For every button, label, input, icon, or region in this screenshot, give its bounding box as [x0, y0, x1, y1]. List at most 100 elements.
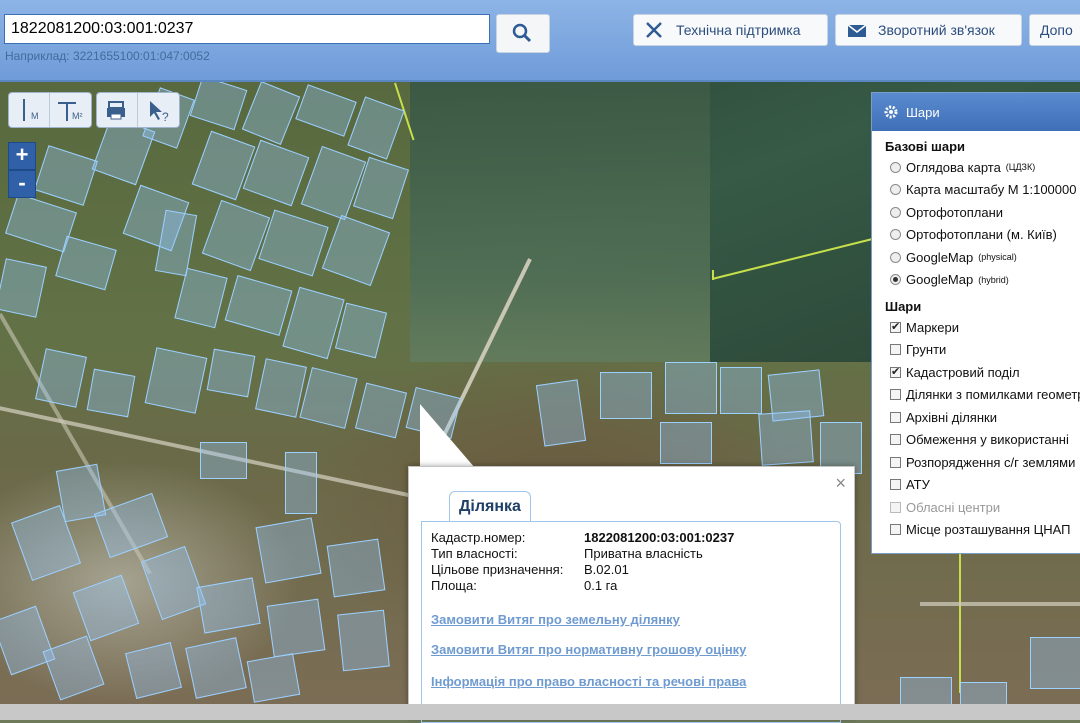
- layer-option[interactable]: Грунти: [872, 339, 1080, 362]
- layer-option[interactable]: ✔ Маркери: [872, 316, 1080, 339]
- feedback-label: Зворотний зв'язок: [878, 22, 995, 38]
- tech-support-label: Технічна підтримка: [676, 22, 801, 38]
- layers-panel: Шари Базові шари Оглядова карта (ЦДЗК) Кар…: [871, 92, 1080, 554]
- layer-label: Ділянки з помилками геометрії: [906, 387, 1080, 403]
- base-layer-source: (physical): [978, 252, 1017, 263]
- measure-distance-button[interactable]: М: [9, 93, 50, 127]
- radio-button[interactable]: [890, 206, 901, 218]
- layer-label: Обмеження у використанні: [906, 432, 1069, 448]
- tech-support-button[interactable]: Технічна підтримка: [633, 14, 828, 46]
- checkbox[interactable]: [890, 524, 901, 536]
- radio-button[interactable]: [890, 274, 901, 286]
- layers-panel-header[interactable]: Шари: [872, 93, 1080, 131]
- search-example-hint: Наприклад: 3221655100:01:047:0052: [5, 49, 210, 63]
- svg-text:?: ?: [162, 110, 169, 124]
- layer-option[interactable]: АТУ: [872, 474, 1080, 497]
- checkbox[interactable]: [890, 344, 901, 356]
- measure-tools: М М²: [8, 92, 92, 128]
- feedback-button[interactable]: Зворотний зв'язок: [835, 14, 1022, 46]
- layer-label: Місце розташування ЦНАП: [906, 522, 1071, 538]
- more-label: Допо: [1040, 22, 1073, 38]
- checkbox[interactable]: [890, 479, 901, 491]
- base-layer-option[interactable]: Оглядова карта (ЦДЗК): [872, 156, 1080, 179]
- order-valuation-extract-link[interactable]: Замовити Витяг про нормативну грошову оц…: [431, 642, 746, 657]
- identify-button[interactable]: ?: [138, 93, 178, 127]
- print-info-tools: ?: [96, 92, 180, 128]
- layer-option[interactable]: Розпорядження с/г землями: [872, 451, 1080, 474]
- field-label: Цільове призначення:: [431, 562, 564, 577]
- measure-area-label: М²: [72, 111, 83, 121]
- base-layer-label: GoogleMap: [906, 272, 974, 288]
- field-label: Кадастр.номер:: [431, 530, 526, 545]
- close-icon[interactable]: ×: [835, 473, 846, 494]
- checkbox[interactable]: ✔: [890, 321, 901, 333]
- field-value: 0.1 га: [584, 578, 618, 593]
- layer-option[interactable]: Обмеження у використанні: [872, 429, 1080, 452]
- gear-icon: [884, 105, 898, 119]
- order-land-extract-link[interactable]: Замовити Витяг про земельну ділянку: [431, 612, 680, 627]
- layer-label: Грунти: [906, 342, 947, 358]
- field-value: Приватна власність: [584, 546, 703, 561]
- base-layer-option[interactable]: Ортофотоплани: [872, 201, 1080, 224]
- zoom-out-button[interactable]: -: [8, 170, 36, 198]
- base-layer-source: (ЦДЗК): [1005, 162, 1036, 173]
- tools-icon: [646, 22, 662, 38]
- zoom-in-button[interactable]: +: [8, 142, 36, 170]
- measure-line-icon: [23, 99, 25, 121]
- layers-panel-title: Шари: [906, 104, 940, 120]
- base-layer-option[interactable]: GoogleMap (hybrid): [872, 269, 1080, 292]
- radio-button[interactable]: [890, 229, 901, 241]
- base-layer-label: Карта масштабу М 1:100000: [906, 182, 1077, 198]
- layer-label: АТУ: [906, 477, 930, 493]
- base-layers-heading: Базові шари: [885, 139, 966, 154]
- layer-option[interactable]: Архівні ділянки: [872, 406, 1080, 429]
- checkbox[interactable]: [890, 456, 901, 468]
- base-layer-option[interactable]: GoogleMap (physical): [872, 246, 1080, 269]
- print-button[interactable]: [97, 93, 138, 127]
- base-layer-option[interactable]: Ортофотоплани (м. Київ): [872, 224, 1080, 247]
- bottom-bar: [0, 704, 1080, 720]
- checkbox[interactable]: [890, 411, 901, 423]
- base-layer-option[interactable]: Карта масштабу М 1:100000: [872, 179, 1080, 202]
- measure-distance-label: М: [31, 111, 39, 121]
- radio-button[interactable]: [890, 184, 901, 196]
- base-layer-label: GoogleMap: [906, 249, 974, 265]
- layer-label: Кадастровий поділ: [906, 364, 1020, 380]
- field-label: Площа:: [431, 578, 477, 593]
- measure-area-button[interactable]: М²: [50, 93, 90, 127]
- parcel-details: Кадастр.номер: 1822081200:03:001:0237 Ти…: [421, 521, 841, 723]
- base-layer-label: Ортофотоплани: [906, 204, 1004, 220]
- radio-button[interactable]: [890, 161, 901, 173]
- checkbox[interactable]: [890, 389, 901, 401]
- top-bar: Наприклад: 3221655100:01:047:0052 Техніч…: [0, 0, 1080, 82]
- measure-area-icon: [58, 102, 76, 121]
- cadastral-search-input[interactable]: [4, 14, 490, 44]
- more-button[interactable]: Допо: [1029, 14, 1080, 46]
- field-value: В.02.01: [584, 562, 629, 577]
- parcel-info-popup: × Ділянка Кадастр.номер: 1822081200:03:0…: [408, 466, 855, 723]
- field-value: 1822081200:03:001:0237: [584, 530, 735, 545]
- envelope-icon: [847, 24, 867, 37]
- tab-parcel[interactable]: Ділянка: [449, 491, 531, 522]
- search-icon: [512, 23, 532, 43]
- layers-heading: Шари: [885, 299, 922, 314]
- checkbox[interactable]: ✔: [890, 366, 901, 378]
- radio-button[interactable]: [890, 251, 901, 263]
- layer-option[interactable]: ✔ Кадастровий поділ: [872, 361, 1080, 384]
- layer-option[interactable]: Ділянки з помилками геометрії: [872, 384, 1080, 407]
- base-layer-label: Ортофотоплани (м. Київ): [906, 227, 1057, 243]
- field-label: Тип власності:: [431, 546, 518, 561]
- layer-label: Архівні ділянки: [906, 409, 997, 425]
- popup-pointer: [420, 404, 475, 468]
- layer-label: Маркери: [906, 319, 959, 335]
- printer-icon: [107, 101, 125, 120]
- checkbox[interactable]: [890, 434, 901, 446]
- search-button[interactable]: [496, 14, 550, 53]
- base-layer-source: (hybrid): [978, 274, 1009, 285]
- cursor-question-icon: ?: [150, 101, 169, 124]
- checkbox: [890, 501, 901, 513]
- layer-option[interactable]: Місце розташування ЦНАП: [872, 519, 1080, 542]
- base-layer-label: Оглядова карта: [906, 159, 1001, 175]
- ownership-rights-info-link[interactable]: Інформація про право власності та речові…: [431, 674, 746, 689]
- layer-label: Розпорядження с/г землями: [906, 454, 1076, 470]
